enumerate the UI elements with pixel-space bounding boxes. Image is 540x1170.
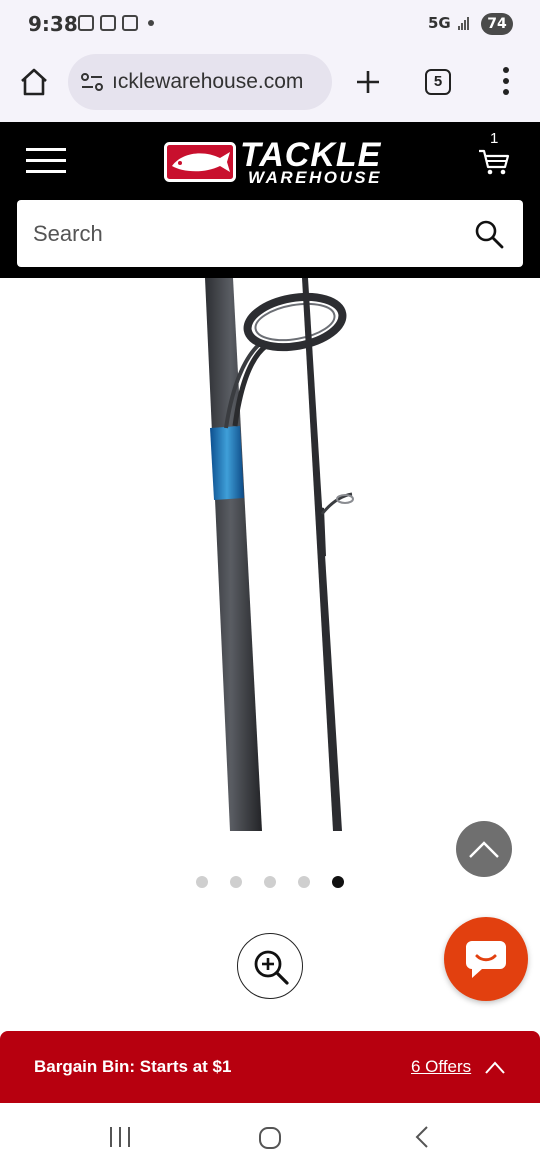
chat-icon [466,941,506,978]
status-bar: 9:38 5G 74 [0,0,540,48]
cart-icon [479,149,510,175]
chevron-up-icon[interactable] [484,1059,506,1075]
more-notifications-dot [148,20,154,26]
tackle-warehouse-logo[interactable]: TACKLE WAREHOUSE [164,136,412,188]
chat-button[interactable] [444,917,528,1001]
carousel-dot[interactable] [230,876,242,888]
hamburger-menu-icon[interactable] [26,147,66,175]
search-input[interactable] [33,214,453,254]
signal-icon [458,16,469,30]
fishing-rod-image [205,278,354,831]
back-nav-icon[interactable] [412,1125,432,1149]
logo-text-warehouse: WAREHOUSE [248,168,382,187]
network-type: 5G [428,14,451,32]
url-text: ıcklewarehouse.com [112,70,304,93]
address-bar[interactable]: ıcklewarehouse.com [68,54,332,110]
tab-switcher-icon[interactable]: 5 [425,69,451,95]
bargain-bin-bar[interactable]: Bargain Bin: Starts at $1 6 Offers [0,1031,540,1103]
status-time: 9:38 [28,12,78,36]
cart-count: 1 [490,130,499,147]
menu-dots-icon[interactable] [498,66,514,96]
search-box [17,200,523,267]
copy-icon [100,15,116,31]
home-icon[interactable] [18,66,50,98]
site-header: TACKLE WAREHOUSE 1 [0,122,540,278]
zoom-in-icon [254,950,289,985]
system-nav-bar [0,1103,540,1170]
carousel-dot[interactable] [298,876,310,888]
carousel-dot[interactable] [264,876,276,888]
notification-icons [78,15,154,31]
site-settings-icon[interactable] [80,72,104,92]
page: 9:38 5G 74 ıcklewarehouse.com 5 TACKLE W… [0,0,540,1170]
back-to-top-button[interactable] [456,821,512,877]
chevron-up-icon [469,841,499,858]
browser-toolbar: ıcklewarehouse.com 5 [0,48,540,122]
carousel-dot-active[interactable] [332,876,344,888]
carousel-dot[interactable] [196,876,208,888]
search-icon[interactable] [473,218,505,250]
carousel-dots [196,876,344,888]
cart-button[interactable]: 1 [478,130,514,178]
zoom-button[interactable] [237,933,303,999]
home-nav-icon[interactable] [258,1126,282,1150]
news-icon [122,15,138,31]
product-image[interactable] [0,278,540,834]
bass-logo-icon [164,142,236,182]
screenshot-icon [78,15,94,31]
bargain-bin-label: Bargain Bin: Starts at $1 [34,1057,232,1076]
recent-apps-icon[interactable] [108,1125,132,1149]
new-tab-icon[interactable] [354,68,382,96]
offers-link[interactable]: 6 Offers [411,1057,471,1077]
battery-indicator: 74 [481,13,513,35]
